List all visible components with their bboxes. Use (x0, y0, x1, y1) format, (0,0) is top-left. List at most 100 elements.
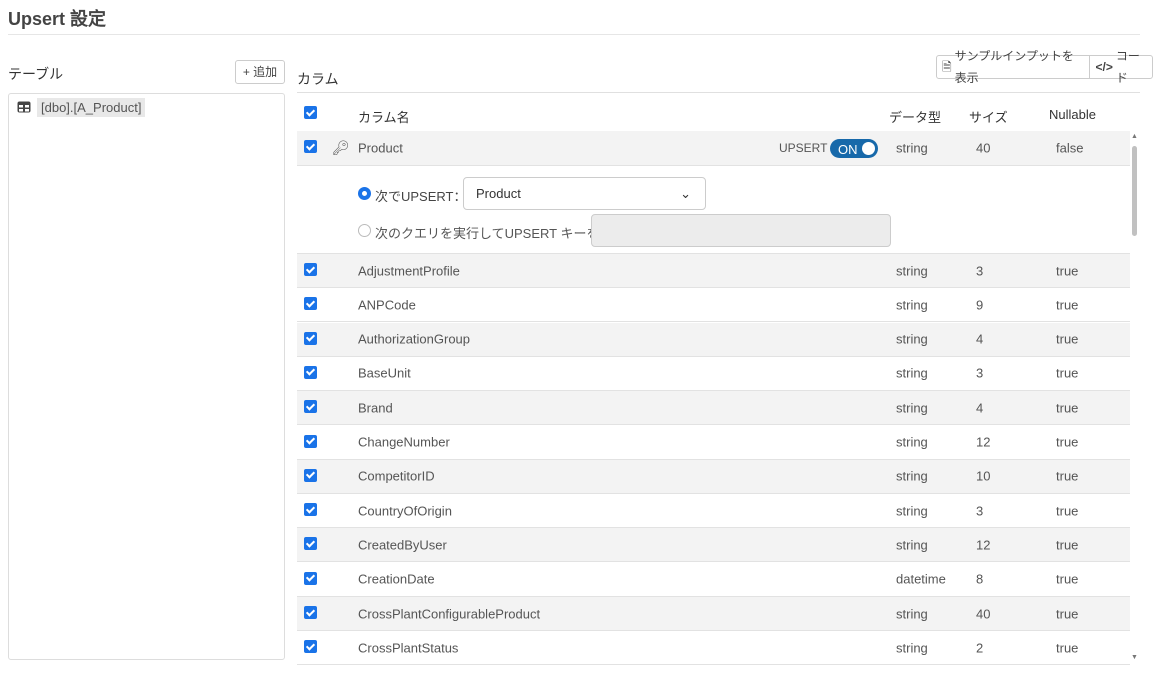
select-value: Product (476, 186, 521, 201)
column-size: 4 (976, 400, 984, 416)
table-row: ChangeNumber string 12 true (297, 426, 1130, 460)
tables-label: テーブル (8, 66, 64, 82)
column-nullable: true (1056, 400, 1079, 416)
row-checkbox[interactable] (304, 640, 317, 654)
column-size: 12 (976, 537, 991, 553)
column-type: string (896, 365, 928, 381)
column-name: CrossPlantConfigurableProduct (358, 606, 541, 621)
row-checkbox[interactable] (304, 331, 317, 345)
upsert-by-query-radio[interactable] (358, 224, 371, 237)
code-button[interactable]: </> コード (1089, 49, 1152, 85)
select-all-checkbox[interactable] (304, 106, 317, 119)
column-size: 9 (976, 297, 984, 313)
divider (297, 92, 1140, 93)
page-title: Upsert 設定 (8, 9, 107, 29)
column-type: string (896, 468, 928, 484)
sample-input-button[interactable]: 🗎 サンプルインプットを表示 (937, 49, 1089, 85)
header-name: カラム名 (358, 110, 410, 125)
column-nullable: true (1056, 263, 1079, 278)
row-checkbox[interactable] (304, 503, 317, 517)
column-type: string (896, 400, 928, 416)
column-name: CreatedByUser (358, 537, 447, 553)
column-nullable: true (1056, 297, 1079, 313)
key-icon: 🔑︎ (332, 139, 350, 156)
column-nullable: true (1056, 640, 1079, 656)
header-type: データ型 (889, 110, 942, 125)
scrollbar-thumb[interactable] (1132, 146, 1137, 236)
column-name: AdjustmentProfile (358, 263, 460, 278)
column-size: 3 (976, 263, 984, 278)
option2-label: 次のクエリを実行してUPSERT キーを選択 (375, 226, 626, 241)
row-checkbox[interactable] (304, 468, 317, 482)
column-nullable: true (1056, 365, 1079, 381)
column-type: string (896, 503, 928, 519)
row-checkbox[interactable] (304, 297, 317, 311)
table-row: BaseUnit string 3 true (297, 357, 1130, 391)
table-list: [dbo].[A_Product] (8, 93, 285, 660)
column-nullable: true (1056, 571, 1079, 587)
chevron-down-icon: ⌄ (680, 186, 691, 201)
column-name: CreationDate (358, 571, 435, 587)
row-checkbox[interactable] (304, 571, 317, 585)
column-size: 3 (976, 503, 984, 519)
row-checkbox[interactable] (304, 400, 317, 414)
column-name: CrossPlantStatus (358, 640, 459, 656)
sample-input-label: サンプルインプットを表示 (954, 49, 1074, 85)
column-name: ChangeNumber (358, 434, 450, 450)
scroll-down-icon[interactable]: ▼ (1131, 654, 1138, 661)
column-name: CompetitorID (358, 468, 435, 484)
table-row: AdjustmentProfile string 3 true (297, 254, 1130, 288)
table-row: CompetitorID string 10 true (297, 459, 1130, 494)
column-type: string (896, 434, 928, 450)
toggle-label: ON (838, 142, 858, 157)
column-size: 40 (976, 140, 991, 156)
column-nullable: true (1056, 468, 1079, 484)
table-row: AuthorizationGroup string 4 true (297, 322, 1130, 357)
row-checkbox[interactable] (304, 263, 317, 276)
column-name: Brand (358, 400, 393, 416)
table-row: CountryOfOrigin string 3 true (297, 494, 1130, 529)
row-checkbox[interactable] (304, 140, 317, 153)
upsert-label: UPSERT (779, 141, 828, 155)
table-icon (17, 101, 31, 113)
file-icon: 🗎 (942, 60, 952, 74)
divider (8, 34, 1140, 35)
table-row: CreationDate datetime 8 true (297, 563, 1130, 597)
code-icon: </> (1095, 60, 1113, 74)
column-type: string (896, 263, 928, 278)
column-nullable: true (1056, 434, 1079, 450)
row-checkbox[interactable] (304, 365, 317, 379)
add-table-button[interactable]: + 追加 (235, 60, 285, 84)
upsert-by-column-radio[interactable] (358, 187, 371, 200)
column-type: datetime (896, 571, 946, 587)
row-checkbox[interactable] (304, 434, 317, 448)
column-name: ANPCode (358, 297, 416, 313)
column-nullable: false (1056, 140, 1084, 156)
column-name: BaseUnit (358, 365, 411, 381)
row-checkbox[interactable] (304, 537, 317, 551)
code-label: コード (1115, 49, 1140, 85)
table-item[interactable]: [dbo].[A_Product] (17, 97, 146, 117)
table-row: Brand string 4 true (297, 391, 1130, 426)
upsert-key-select[interactable]: Product ⌄ (463, 177, 706, 210)
upsert-toggle[interactable]: ON (830, 139, 878, 158)
column-nullable: true (1056, 537, 1079, 553)
column-type: string (896, 640, 928, 656)
column-size: 40 (976, 606, 991, 621)
column-nullable: true (1056, 503, 1079, 519)
table-row: CrossPlantConfigurableProduct string 40 … (297, 597, 1130, 631)
table-row: CrossPlantStatus string 2 true (297, 631, 1130, 666)
columns-label: カラム (297, 71, 339, 87)
scroll-up-icon[interactable]: ▲ (1131, 133, 1138, 140)
column-nullable: true (1056, 606, 1079, 621)
column-type: string (896, 537, 928, 553)
header-nullable: Nullable (1049, 107, 1096, 122)
row-checkbox[interactable] (304, 606, 317, 619)
query-input[interactable] (591, 214, 891, 247)
column-size: 10 (976, 468, 991, 484)
column-type: string (896, 140, 928, 156)
column-type: string (896, 606, 928, 621)
column-nullable: true (1056, 331, 1079, 347)
column-type: string (896, 297, 928, 313)
column-type: string (896, 331, 928, 347)
